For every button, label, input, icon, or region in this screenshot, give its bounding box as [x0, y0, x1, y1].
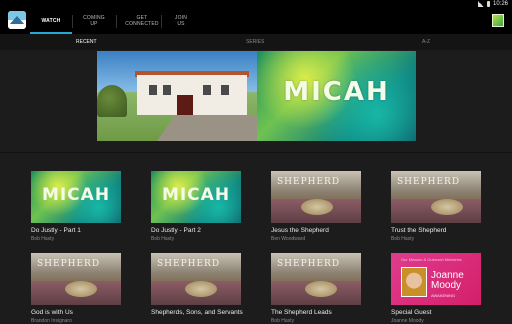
status-icons: 10:26: [477, 0, 508, 8]
thumbnail-title: Joanne Moody: [431, 270, 464, 291]
sheep-graphic: [65, 281, 97, 297]
tab-watch[interactable]: WATCH: [30, 8, 72, 34]
tab-join-us[interactable]: JOIN US: [162, 8, 200, 34]
video-speaker: Bob Hasty: [31, 236, 55, 242]
video-card[interactable]: SHEPHERD Trust the Shepherd Bob Hasty: [391, 171, 481, 242]
video-thumbnail: SHEPHERD: [391, 171, 481, 223]
window-graphic: [203, 85, 211, 95]
thumbnail-title: SHEPHERD: [277, 259, 341, 269]
video-card[interactable]: SHEPHERD The Shepherd Leads Bob Hasty: [271, 253, 361, 324]
walkway-graphic: [157, 115, 257, 141]
section-divider: [0, 152, 512, 153]
status-bar: 10:26: [0, 0, 512, 8]
guest-photo: [401, 267, 427, 297]
video-speaker: Ben Woodward: [271, 236, 306, 242]
sub-tabs: RECENT SERIES A-Z: [0, 34, 512, 50]
nav-divider: [72, 15, 73, 28]
status-time: 10:26: [492, 1, 508, 7]
sheep-graphic: [305, 281, 337, 297]
video-speaker: Bob Hasty: [271, 318, 295, 324]
window-graphic: [221, 85, 229, 95]
video-title: Special Guest: [391, 309, 432, 316]
series-art: MICAH: [257, 51, 416, 141]
sheep-graphic: [301, 199, 333, 215]
video-speaker: Joanne Moody: [391, 318, 424, 324]
video-thumbnail: MICAH: [31, 171, 121, 223]
door-graphic: [177, 95, 193, 115]
logo-ground: [8, 24, 26, 29]
video-speaker: Bob Hasty: [391, 236, 415, 242]
thumbnail-title: SHEPHERD: [277, 177, 341, 187]
church-logo-icon[interactable]: [492, 14, 504, 27]
video-thumbnail: SHEPHERD: [271, 253, 361, 305]
video-card[interactable]: MICAH Do Justly - Part 1 Bob Hasty: [31, 171, 121, 242]
sheep-graphic: [185, 281, 217, 297]
video-thumbnail: Our Mission & Outreach Ministries Joanne…: [391, 253, 481, 305]
tab-get-connected[interactable]: GET CONNECTED: [118, 8, 166, 34]
thumbnail-tagline: AWAKENING: [431, 293, 456, 298]
video-card[interactable]: SHEPHERD God is with Us Brandon Insignar…: [31, 253, 121, 324]
video-card[interactable]: MICAH Do Justly - Part 2 Bob Hasty: [151, 171, 241, 242]
video-card[interactable]: Our Mission & Outreach Ministries Joanne…: [391, 253, 481, 324]
hero-banner[interactable]: MICAH: [97, 51, 416, 141]
video-title: God is with Us: [31, 309, 73, 316]
video-thumbnail: SHEPHERD: [151, 253, 241, 305]
video-title: Trust the Shepherd: [391, 227, 447, 234]
thumbnail-title: SHEPHERD: [37, 259, 101, 269]
thumbnail-title: MICAH: [41, 185, 111, 205]
video-thumbnail: MICAH: [151, 171, 241, 223]
video-thumbnail: SHEPHERD: [31, 253, 121, 305]
video-title: Do Justly - Part 2: [151, 227, 201, 234]
thumbnail-title: SHEPHERD: [157, 259, 221, 269]
video-title: The Shepherd Leads: [271, 309, 332, 316]
video-card[interactable]: SHEPHERD Shepherds, Sons, and Servants: [151, 253, 243, 318]
window-graphic: [163, 85, 171, 95]
tab-recent[interactable]: RECENT: [76, 34, 97, 50]
tab-a-z[interactable]: A-Z: [422, 34, 430, 50]
window-graphic: [149, 85, 157, 95]
tab-label: WATCH: [41, 18, 61, 24]
battery-icon: [486, 1, 490, 7]
app-logo[interactable]: [8, 11, 26, 29]
tab-series[interactable]: SERIES: [246, 34, 264, 50]
video-speaker: Brandon Insignaro: [31, 318, 72, 324]
video-title: Shepherds, Sons, and Servants: [151, 309, 243, 316]
video-title: Jesus the Shepherd: [271, 227, 329, 234]
thumbnail-title: SHEPHERD: [397, 177, 461, 187]
tab-label: UP: [90, 21, 98, 27]
thumbnail-title: MICAH: [161, 185, 231, 205]
signal-icon: [477, 1, 484, 7]
church-photo: [97, 51, 257, 141]
nav-divider: [116, 15, 117, 28]
video-card[interactable]: SHEPHERD Jesus the Shepherd Ben Woodward: [271, 171, 361, 242]
video-title: Do Justly - Part 1: [31, 227, 81, 234]
sheep-graphic: [431, 199, 463, 215]
series-art-title: MICAH: [283, 77, 390, 107]
tree-graphic: [97, 85, 127, 117]
thumbnail-caption: Our Mission & Outreach Ministries: [401, 257, 462, 262]
app-bar: WATCH COMING UP GET CONNECTED JOIN US: [0, 8, 512, 34]
tab-label: CONNECTED: [125, 21, 159, 27]
tab-label: US: [177, 21, 185, 27]
tab-coming-up[interactable]: COMING UP: [74, 8, 114, 34]
video-speaker: Bob Hasty: [151, 236, 175, 242]
video-thumbnail: SHEPHERD: [271, 171, 361, 223]
